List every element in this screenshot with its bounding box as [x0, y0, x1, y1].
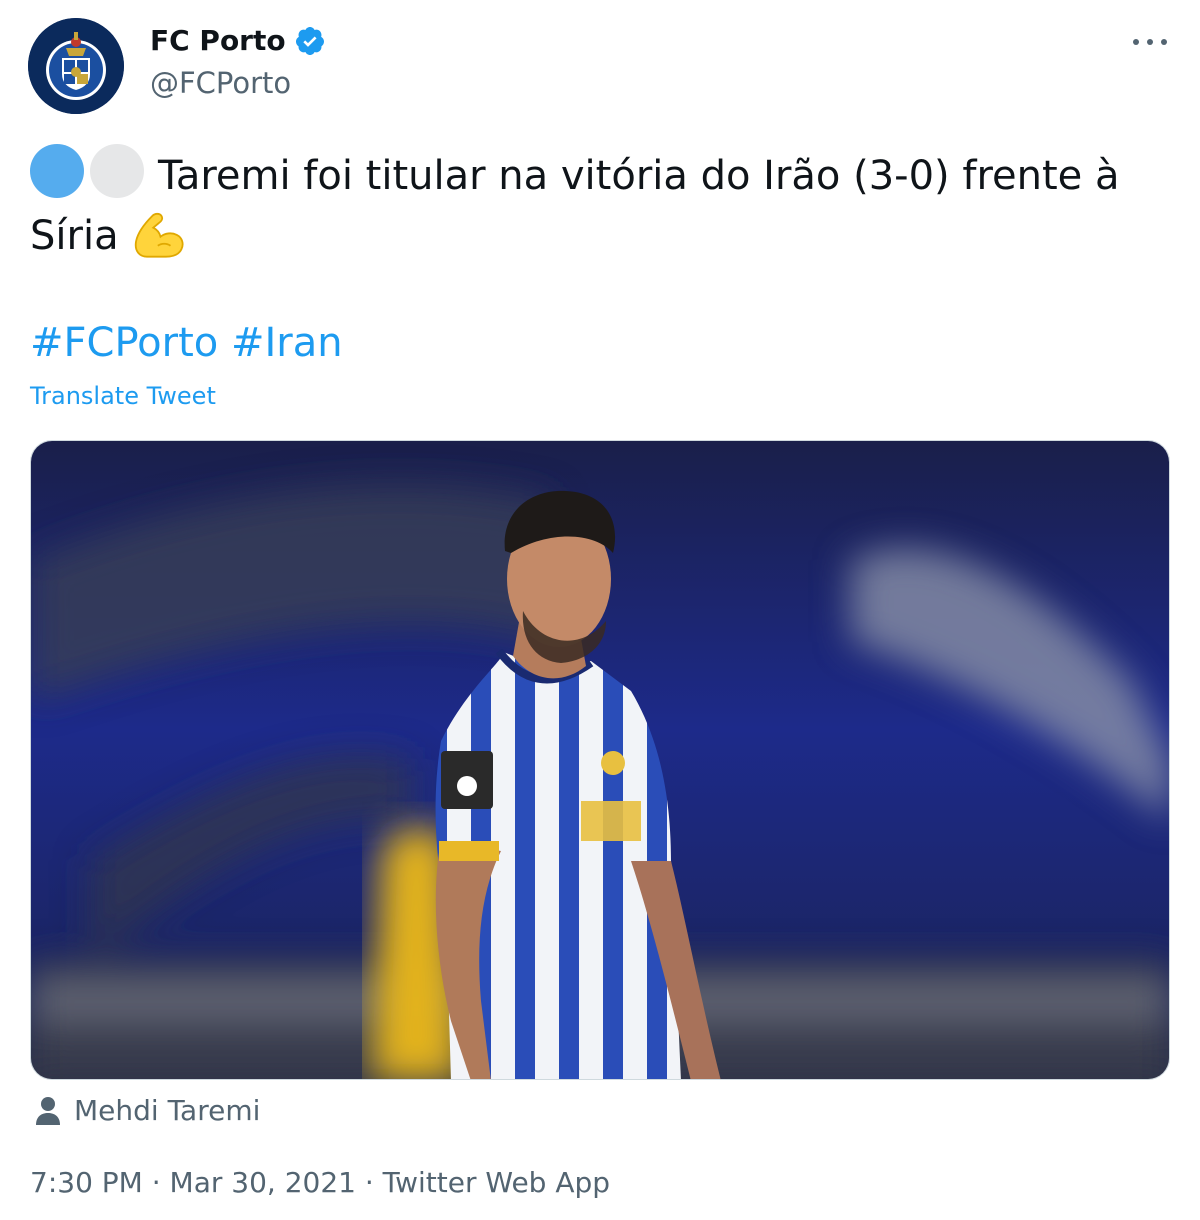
flag-circle-white [90, 144, 144, 198]
avatar[interactable] [28, 18, 124, 114]
tweet-time[interactable]: 7:30 PM [30, 1166, 143, 1199]
author-name-row: FC Porto [150, 24, 326, 57]
tweet-body-text: Taremi foi titular na vitória do Irão (3… [30, 153, 1120, 259]
more-options-button[interactable] [1130, 28, 1170, 56]
hashtags: #FCPorto #Iran [30, 320, 343, 366]
flag-circle-blue [30, 144, 84, 198]
meta-separator: · [142, 1166, 170, 1199]
author-handle[interactable]: @FCPorto [150, 66, 291, 100]
tagged-person-name[interactable]: Mehdi Taremi [74, 1094, 260, 1127]
tweet-metadata: 7:30 PM · Mar 30, 2021 · Twitter Web App [30, 1166, 610, 1199]
tweet-date[interactable]: Mar 30, 2021 [170, 1166, 356, 1199]
tagged-people-row: Mehdi Taremi [34, 1094, 260, 1127]
display-name[interactable]: FC Porto [150, 24, 286, 57]
tweet: FC Porto @FCPorto Taremi foi titular na … [0, 0, 1200, 1220]
more-horizontal-icon [1133, 39, 1167, 45]
tweet-text: Taremi foi titular na vitória do Irão (3… [30, 144, 1170, 265]
flexed-biceps-icon [127, 205, 185, 263]
hashtag-iran[interactable]: #Iran [231, 320, 343, 366]
verified-badge-icon [294, 25, 326, 57]
tweet-photo[interactable] [30, 440, 1170, 1080]
hashtag-fcporto[interactable]: #FCPorto [30, 320, 218, 366]
player-photo-image [31, 441, 1169, 1079]
person-icon [36, 1096, 60, 1125]
translate-tweet-link[interactable]: Translate Tweet [30, 382, 216, 410]
tweet-source: Twitter Web App [382, 1166, 611, 1199]
meta-separator: · [355, 1166, 383, 1199]
fc-porto-crest-icon [28, 18, 124, 114]
